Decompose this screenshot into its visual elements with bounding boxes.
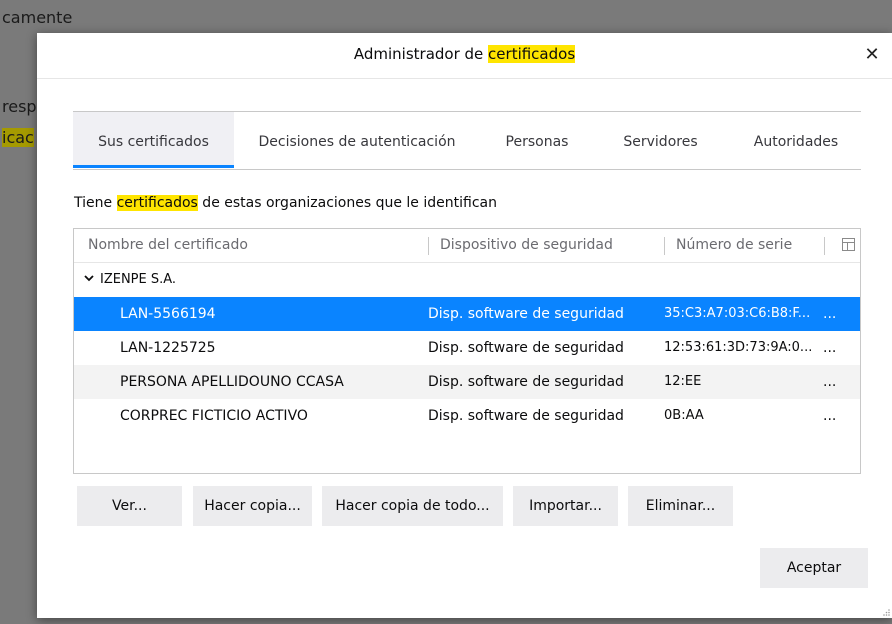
column-separator[interactable] [664, 237, 665, 255]
delete-button[interactable]: Eliminar... [628, 486, 733, 526]
backup-button[interactable]: Hacer copia... [193, 486, 312, 526]
certificate-manager-dialog: Administrador de certificados ✕ Sus cert… [37, 33, 892, 618]
dialog-title-highlight: certificados [488, 45, 576, 63]
cell-serial: 35:C3:A7:03:C6:B8:F... [664, 306, 811, 321]
tab-servidores[interactable]: Servidores [613, 112, 708, 168]
tab-sus-certificados[interactable]: Sus certificados [73, 112, 234, 168]
column-header-serial[interactable]: Número de serie [676, 229, 792, 262]
certificate-tree[interactable]: Nombre del certificado Dispositivo de se… [73, 228, 861, 474]
tree-header: Nombre del certificado Dispositivo de se… [74, 229, 860, 263]
view-button[interactable]: Ver... [77, 486, 182, 526]
group-label: IZENPE S.A. [100, 272, 177, 287]
close-button[interactable]: ✕ [860, 43, 884, 67]
chevron-down-icon [84, 275, 94, 282]
table-row[interactable]: PERSONA APELLIDOUNO CCASA Disp. software… [74, 365, 860, 399]
cell-device: Disp. software de seguridad [428, 374, 624, 390]
column-separator[interactable] [428, 237, 429, 255]
background-highlighted-text: icac [2, 128, 34, 147]
dialog-title: Administrador de certificados [37, 45, 892, 63]
description-highlight: certificados [116, 195, 198, 211]
background-text: resp [2, 97, 37, 116]
tab-decisiones-autenticacion[interactable]: Decisiones de autenticación [251, 112, 463, 168]
backup-all-button[interactable]: Hacer copia de todo... [322, 486, 503, 526]
table-row[interactable]: LAN-5566194 Disp. software de seguridad … [74, 297, 860, 331]
close-icon: ✕ [864, 44, 880, 65]
dialog-titlebar: Administrador de certificados ✕ [37, 33, 892, 79]
resize-grip-icon[interactable] [882, 608, 890, 616]
column-separator[interactable] [824, 237, 825, 255]
cell-device: Disp. software de seguridad [428, 306, 624, 322]
dialog-title-prefix: Administrador de [353, 45, 489, 63]
description-text: Tiene certificados de estas organizacion… [74, 195, 497, 211]
tree-group-row[interactable]: IZENPE S.A. [74, 263, 860, 297]
tab-label: Servidores [623, 134, 698, 150]
tab-bar: Sus certificados Decisiones de autentica… [73, 111, 861, 170]
tab-label: Decisiones de autenticación [258, 134, 456, 150]
cell-more: ... [823, 374, 837, 390]
table-row[interactable]: CORPREC FICTICIO ACTIVO Disp. software d… [74, 399, 860, 433]
description-suffix: de estas organizaciones que le identific… [197, 195, 497, 211]
cell-device: Disp. software de seguridad [428, 408, 624, 424]
cell-name: PERSONA APELLIDOUNO CCASA [120, 374, 344, 390]
column-header-device[interactable]: Dispositivo de seguridad [440, 229, 613, 262]
cell-name: LAN-5566194 [120, 306, 216, 322]
cell-name: LAN-1225725 [120, 340, 216, 356]
tab-label: Sus certificados [98, 134, 209, 150]
column-picker-icon[interactable] [842, 238, 855, 251]
column-header-name[interactable]: Nombre del certificado [88, 229, 248, 262]
cell-name: CORPREC FICTICIO ACTIVO [120, 408, 308, 424]
tab-label: Autoridades [753, 134, 839, 150]
cell-more: ... [823, 408, 837, 424]
import-button[interactable]: Importar... [513, 486, 618, 526]
tab-label: Personas [505, 134, 569, 150]
tab-autoridades[interactable]: Autoridades [741, 112, 851, 168]
cell-more: ... [823, 306, 837, 322]
cell-device: Disp. software de seguridad [428, 340, 624, 356]
tab-personas[interactable]: Personas [495, 112, 579, 168]
cell-serial: 12:53:61:3D:73:9A:0... [664, 340, 813, 355]
accept-button[interactable]: Aceptar [760, 548, 868, 588]
background-text: camente [2, 8, 73, 27]
description-prefix: Tiene [74, 195, 117, 211]
cell-serial: 0B:AA [664, 408, 704, 423]
cell-serial: 12:EE [664, 374, 702, 389]
cell-more: ... [823, 340, 837, 356]
table-row[interactable]: LAN-1225725 Disp. software de seguridad … [74, 331, 860, 365]
